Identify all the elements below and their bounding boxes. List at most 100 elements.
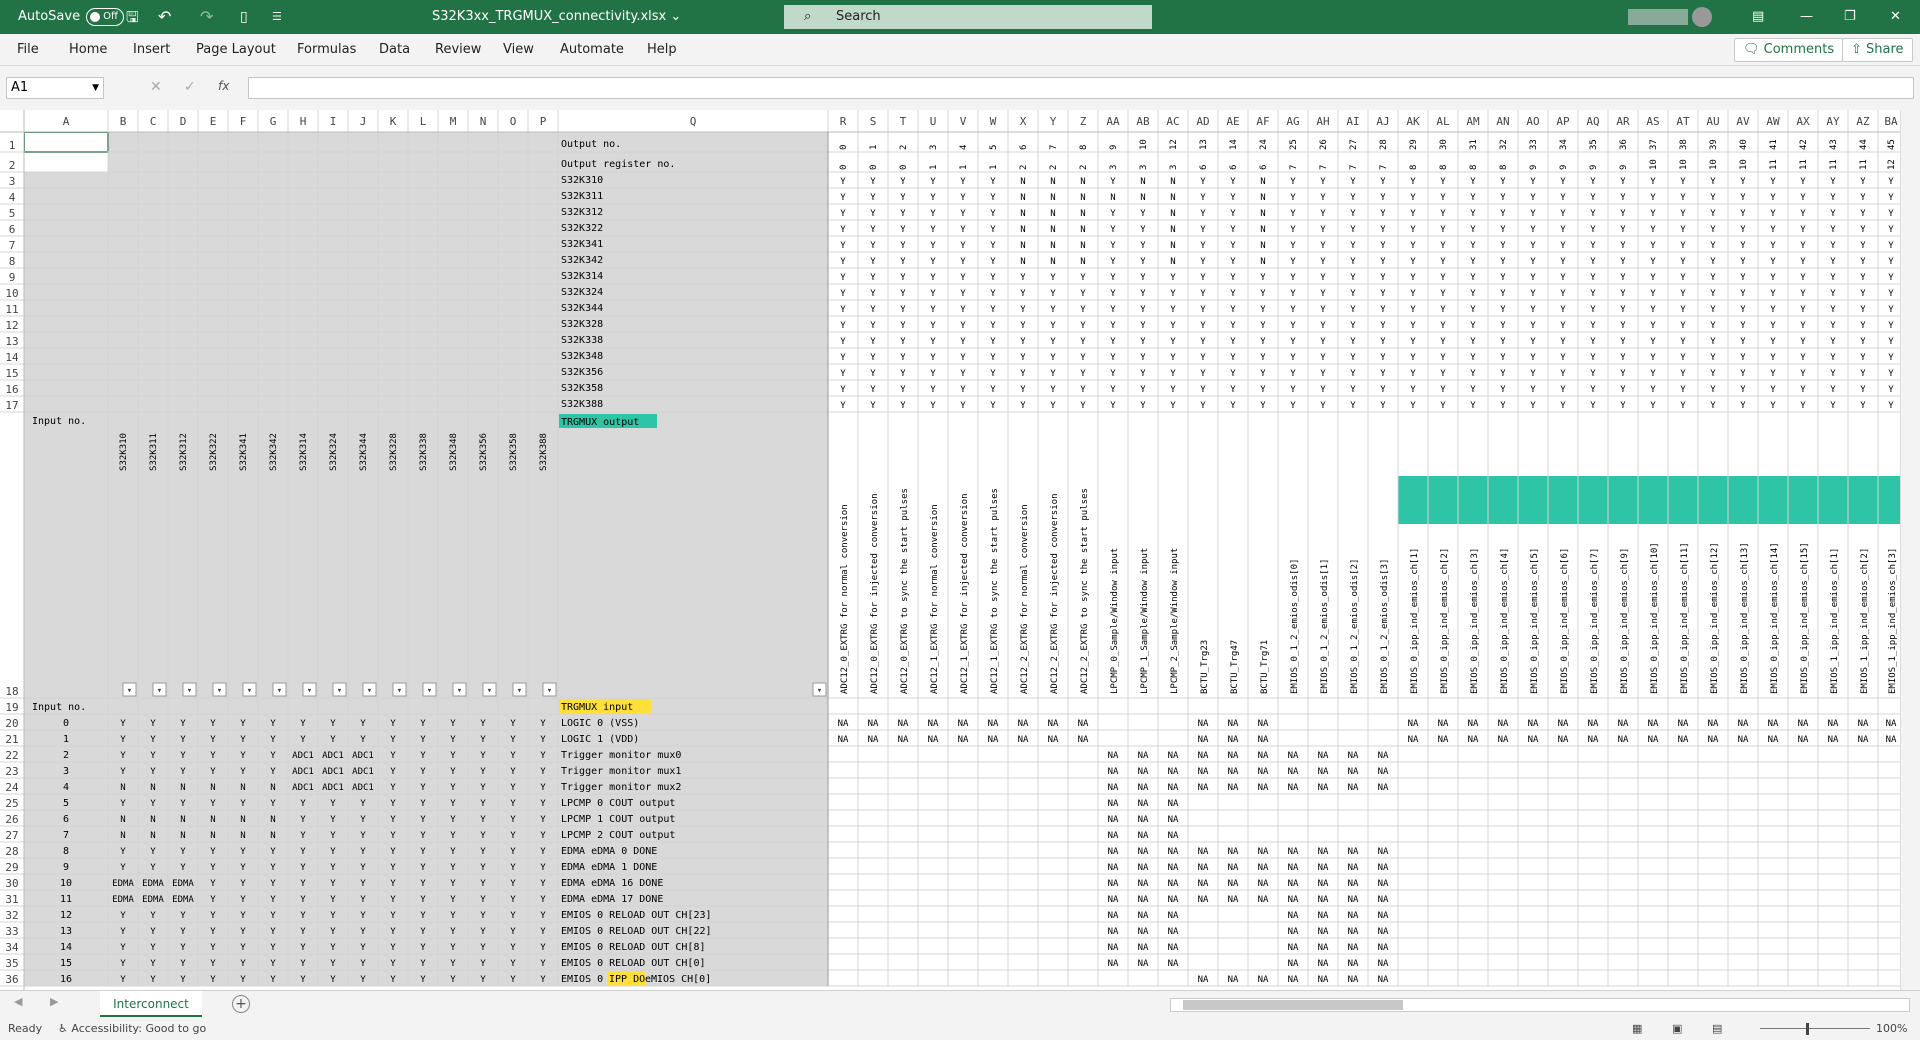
normal-view-icon[interactable]: ▦ — [1632, 1018, 1642, 1040]
variant-flag-cell: Y — [1470, 289, 1476, 299]
variant-flag-cell: N — [1260, 193, 1265, 203]
output-reg-cell: 1 — [929, 165, 939, 170]
variant-flag-cell: Y — [870, 209, 876, 219]
input-flag-cell: Y — [450, 799, 456, 809]
title-bar: AutoSave Off 🖫 ↶ ↷ ▯ ☰ S32K3xx_TRGMUX_con… — [0, 0, 1920, 34]
input-flag-cell: Y — [390, 831, 396, 841]
tab-view[interactable]: View — [503, 34, 534, 66]
restore-icon[interactable]: ❐ — [1844, 0, 1856, 34]
input-flag-cell: Y — [480, 847, 486, 857]
sheet-tab-interconnect[interactable]: Interconnect — [100, 991, 202, 1017]
variant-flag-cell: Y — [1888, 225, 1894, 235]
variant-flag-cell: Y — [1590, 321, 1596, 331]
redo-icon[interactable]: ↷ — [200, 0, 213, 34]
page-break-view-icon[interactable]: ▤ — [1712, 1018, 1722, 1040]
na-cell: NA — [1768, 735, 1779, 745]
input-flag-cell: Y — [480, 783, 486, 793]
output-name-header: BCTU_Trg23 — [1200, 640, 1210, 694]
variant-flag-cell: Y — [1740, 177, 1746, 187]
variant-flag-cell: Y — [1710, 353, 1716, 363]
tab-insert[interactable]: Insert — [133, 34, 170, 66]
tab-file[interactable]: File — [17, 34, 39, 66]
insert-function-icon[interactable]: fx — [218, 79, 229, 93]
tab-help[interactable]: Help — [647, 34, 677, 66]
na-cell: NA — [1168, 927, 1179, 937]
variant-flag-cell: Y — [870, 257, 876, 267]
save-icon[interactable]: 🖫 — [126, 0, 139, 34]
add-sheet-button[interactable]: + — [232, 995, 250, 1013]
horizontal-scrollbar[interactable] — [1170, 998, 1910, 1012]
cancel-icon[interactable]: ✕ — [150, 79, 162, 95]
autosave-state: Off — [103, 10, 118, 22]
undo-icon[interactable]: ↶ — [158, 0, 171, 34]
input-flag-cell: Y — [330, 735, 336, 745]
new-file-icon[interactable]: ▯ — [240, 0, 248, 34]
na-cell: NA — [1108, 831, 1119, 841]
na-cell: NA — [1108, 783, 1119, 793]
input-flag-cell: Y — [510, 879, 516, 889]
tab-automate[interactable]: Automate — [560, 34, 624, 66]
zoom-slider-thumb[interactable] — [1806, 1023, 1809, 1035]
file-name[interactable]: S32K3xx_TRGMUX_connectivity.xlsx ⌄ — [432, 0, 681, 34]
chevron-down-icon[interactable]: ▼ — [92, 78, 99, 98]
minimize-icon[interactable]: — — [1800, 0, 1813, 34]
ribbon-display-icon[interactable]: ▤ — [1752, 0, 1764, 34]
search-input[interactable]: ⌕ Search — [784, 5, 1152, 29]
autosave-toggle[interactable]: Off — [86, 7, 125, 26]
input-flag-cell: Y — [510, 735, 516, 745]
input-flag-cell: Y — [540, 863, 546, 873]
variant-flag-cell: Y — [1800, 225, 1806, 235]
worksheet-grid[interactable]: A B C D E F G H I J K L M N O P Q R S T U V W X Y Z AA AB AC AD AE AF AG… — [0, 110, 1900, 990]
avatar[interactable] — [1692, 7, 1712, 27]
tab-formulas[interactable]: Formulas — [297, 34, 356, 66]
autosave-control[interactable]: AutoSave Off — [18, 0, 125, 34]
variant-flag-cell: Y — [930, 385, 936, 395]
input-flag-cell: N — [120, 815, 125, 825]
variant-flag-cell: Y — [1680, 241, 1686, 251]
customize-toolbar-icon[interactable]: ☰ — [272, 0, 282, 34]
formula-input[interactable] — [248, 77, 1914, 99]
next-sheet-icon[interactable]: ▶ — [50, 995, 58, 1008]
input-flag-cell: Y — [240, 911, 246, 921]
tab-review[interactable]: Review — [435, 34, 481, 66]
horizontal-scroll-thumb[interactable] — [1183, 1000, 1403, 1010]
output-no-cell: 39 — [1709, 139, 1719, 150]
variant-flag-cell: Y — [1560, 305, 1566, 315]
page-layout-view-icon[interactable]: ▣ — [1672, 1018, 1682, 1040]
accessibility-status[interactable]: ♿ Accessibility: Good to go — [58, 1018, 206, 1040]
variant-flag-cell: Y — [1500, 289, 1506, 299]
variant-flag-cell: Y — [990, 337, 996, 347]
na-cell: NA — [1348, 959, 1359, 969]
variant-flag-cell: Y — [1230, 401, 1236, 411]
search-placeholder: Search — [836, 9, 881, 24]
na-cell: NA — [1138, 943, 1149, 953]
variant-flag-cell: Y — [1590, 353, 1596, 363]
input-flag-cell: Y — [240, 879, 246, 889]
enter-icon[interactable]: ✓ — [184, 79, 196, 95]
input-flag-cell: N — [270, 783, 275, 793]
tab-page-layout[interactable]: Page Layout — [196, 34, 276, 66]
share-button[interactable]: ⇧ Share — [1842, 38, 1913, 62]
zoom-slider[interactable] — [1760, 1028, 1870, 1029]
variant-flag-cell: Y — [1020, 385, 1026, 395]
output-reg-cell: 10 — [1709, 159, 1719, 170]
output-name-header: EMIOS_0_ipp_ind_emios_ch[1] — [1410, 548, 1420, 694]
vertical-scrollbar[interactable] — [1900, 110, 1920, 990]
close-icon[interactable]: ✕ — [1890, 0, 1901, 34]
variant-flag-cell: Y — [1050, 369, 1056, 379]
na-cell: NA — [1588, 719, 1599, 729]
teal-highlight-band — [1398, 476, 1900, 524]
zoom-level[interactable]: 100% — [1876, 1018, 1907, 1040]
column-header-F: F — [240, 115, 247, 128]
output-reg-cell: 8 — [1439, 165, 1449, 170]
variant-flag-cell: Y — [1770, 177, 1776, 187]
input-flag-cell: Y — [180, 943, 186, 953]
cell-canvas[interactable]: A B C D E F G H I J K L M N O P Q R S T U V W X Y Z AA AB AC AD AE AF AG… — [0, 110, 1900, 990]
variant-flag-cell: N — [1020, 209, 1025, 219]
account-name[interactable] — [1628, 9, 1688, 25]
tab-data[interactable]: Data — [379, 34, 410, 66]
name-box[interactable]: A1 ▼ — [6, 77, 104, 99]
prev-sheet-icon[interactable]: ◀ — [14, 995, 22, 1008]
comments-button[interactable]: 🗨 Comments — [1734, 38, 1844, 62]
tab-home[interactable]: Home — [69, 34, 107, 66]
